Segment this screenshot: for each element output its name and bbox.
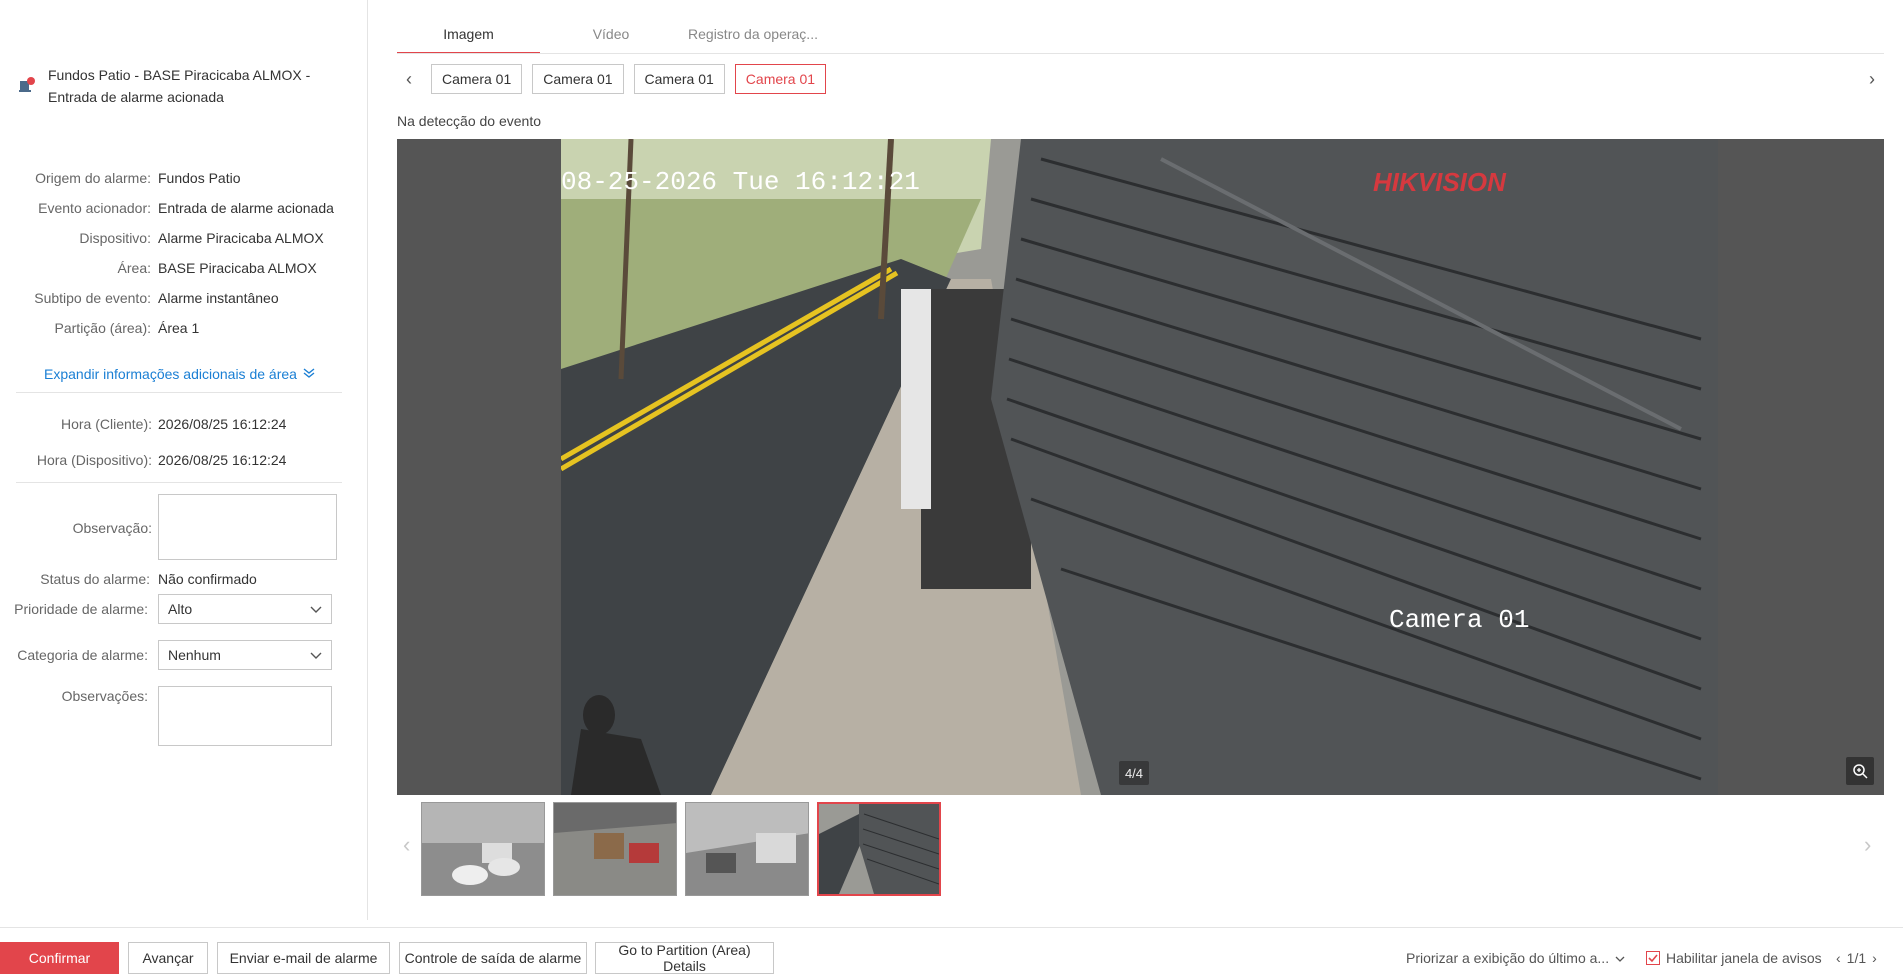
alarm-header: Fundos Patio - BASE Piracicaba ALMOX - E… [18,64,348,108]
chevron-down-icon [1615,950,1625,966]
chevron-right-icon[interactable]: › [1860,69,1884,90]
alarm-bell-icon [18,76,36,94]
thumbnail[interactable] [553,802,677,896]
zoom-in-icon[interactable] [1846,757,1874,785]
camera-button[interactable]: Camera 01 [633,64,725,94]
info-row-device: Dispositivo: Alarme Piracicaba ALMOX [79,230,324,246]
camera-snapshot: 08-25-2026 Tue 16:12:21 HIKVISION Camera… [561,139,1718,795]
camera-button[interactable]: Camera 01 [431,64,523,94]
chevron-down-icon [310,647,322,663]
alarm-title: Fundos Patio - BASE Piracicaba ALMOX - E… [48,67,311,105]
alarm-status-row: Status do alarme: Não confirmado [40,571,257,587]
page-indicator: 1/1 [1846,950,1867,966]
alarm-category-select[interactable]: Nenhum [158,640,332,670]
alarm-details-panel: Fundos Patio - BASE Piracicaba ALMOX - E… [0,0,368,920]
double-chevron-down-icon [303,366,315,382]
pagination: ‹ 1/1 › [1836,950,1877,966]
thumbnail[interactable] [421,802,545,896]
observations-textarea[interactable] [158,686,332,746]
camera-button[interactable]: Camera 01 [532,64,624,94]
alarm-category-row: Categoria de alarme: Nenhum [0,640,332,670]
send-alarm-email-button[interactable]: Enviar e-mail de alarme [217,942,390,974]
chevron-right-icon[interactable]: › [1872,950,1877,966]
info-row-partition: Partição (área): Área 1 [54,320,200,336]
chevron-down-icon [310,601,322,617]
advance-button[interactable]: Avançar [128,942,208,974]
camera-selector: ‹ Camera 01 Camera 01 Camera 01 Camera 0… [397,64,1884,94]
chevron-left-icon[interactable]: ‹ [403,832,410,858]
observation-textarea[interactable] [158,494,337,560]
tab-video[interactable]: Vídeo [540,20,682,54]
alarm-info-list: Origem do alarme: Fundos Patio Evento ac… [0,163,368,343]
osd-brand-logo: HIKVISION [1373,167,1507,197]
enable-popup-checkbox[interactable]: Habilitar janela de avisos [1646,950,1822,966]
time-row-device: Hora (Dispositivo): 2026/08/25 16:12:24 [36,452,287,468]
tab-operation-log[interactable]: Registro da operaç... [682,20,824,54]
prioritize-display-dropdown[interactable]: Priorizar a exibição do último a... [1406,950,1625,966]
event-caption: Na detecção do evento [397,113,541,129]
checkbox-checked-icon[interactable] [1646,951,1660,965]
tab-divider [397,53,1884,54]
divider [16,392,342,393]
expand-area-info-link[interactable]: Expandir informações adicionais de área [44,366,315,382]
image-viewer: 08-25-2026 Tue 16:12:21 HIKVISION Camera… [397,139,1884,795]
alarm-status-value: Não confirmado [158,571,257,587]
alarm-priority-select[interactable]: Alto [158,594,332,624]
info-row-event-subtype: Subtipo de evento: Alarme instantâneo [34,290,279,306]
divider [16,482,342,483]
image-counter: 4/4 [1119,761,1149,785]
alarm-output-control-button[interactable]: Controle de saída de alarme [399,942,587,974]
chevron-right-icon[interactable]: › [1864,832,1871,858]
observations-row: Observações: [0,686,332,746]
alarm-priority-row: Prioridade de alarme: Alto [0,594,332,624]
action-bar: Confirmar Avançar Enviar e-mail de alarm… [0,927,1903,978]
osd-timestamp: 08-25-2026 Tue 16:12:21 [561,167,920,197]
time-row-client: Hora (Cliente): 2026/08/25 16:12:24 [60,416,287,432]
thumbnail-strip: ‹ › [397,802,1884,898]
time-list: Hora (Cliente): 2026/08/25 16:12:24 Hora… [0,406,368,478]
tab-image[interactable]: Imagem [397,20,540,54]
info-row-trigger-event: Evento acionador: Entrada de alarme acio… [38,200,334,216]
camera-button-active[interactable]: Camera 01 [734,64,827,94]
thumbnail-active[interactable] [817,802,941,896]
thumbnail[interactable] [685,802,809,896]
snapshot-illustration: 08-25-2026 Tue 16:12:21 HIKVISION Camera… [561,139,1718,795]
observation-row: Observação: [0,494,337,560]
info-row-origin: Origem do alarme: Fundos Patio [35,170,241,186]
media-tabs: Imagem Vídeo Registro da operaç... [397,20,824,54]
info-row-area: Área: BASE Piracicaba ALMOX [117,260,317,276]
chevron-left-icon[interactable]: ‹ [397,69,421,90]
confirm-button[interactable]: Confirmar [0,942,119,974]
osd-camera-label: Camera 01 [1389,605,1529,635]
chevron-left-icon[interactable]: ‹ [1836,950,1841,966]
partition-details-button[interactable]: Go to Partition (Area) Details [595,942,774,974]
